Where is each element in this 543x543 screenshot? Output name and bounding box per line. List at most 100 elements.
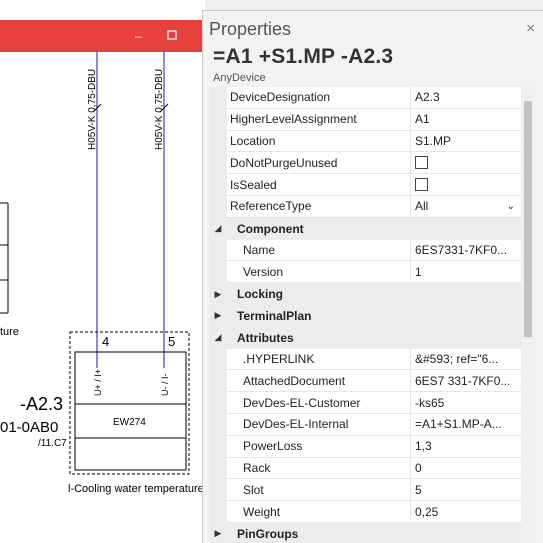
property-grid: DeviceDesignation A2.3 HigherLevelAssignme… [209,87,521,543]
category-label: PinGroups [237,526,299,541]
property-value[interactable]: 6ES7331-7KF0... [411,240,521,262]
row-gutter [209,195,227,218]
grid-scrollbar[interactable] [521,87,535,543]
property-row-referencetype[interactable]: ReferenceType All ⌄ [209,195,521,218]
category-label: Locking [237,287,284,302]
device-part: 01-0AB0 [0,419,58,436]
close-icon[interactable]: × [526,21,535,36]
row-gutter [209,152,227,175]
checkbox[interactable] [415,156,428,170]
property-row-name[interactable]: Name 6ES7331-7KF0... [209,239,521,262]
property-name: Weight [227,501,411,523]
property-value[interactable]: A1 [411,109,521,131]
property-name: DevDes-EL-Internal [227,413,411,436]
property-value[interactable]: =A1+S1.MP-A... [411,414,521,436]
object-name: =A1 +S1.MP -A2.3 [213,45,394,68]
property-checkbox[interactable] [411,174,521,196]
row-gutter [209,239,227,262]
property-value[interactable]: 5 [411,479,521,502]
property-row-version[interactable]: Version 1 [209,261,521,284]
property-value[interactable]: 6ES7 331-7KF0... [411,370,521,393]
row-gutter [209,174,227,196]
property-row-issealed[interactable]: IsSealed [209,174,521,196]
property-checkbox[interactable] [411,152,521,175]
row-gutter [209,348,227,371]
pin-number-5: 5 [168,334,175,349]
device-ref: /11.C7 [38,438,67,449]
pin-label-2: U- / I- [160,374,170,397]
property-row-hyperlink[interactable]: .HYPERLINK &#593; ref="6... [209,348,521,371]
property-row-weight[interactable]: Weight 0,25 [209,501,521,523]
property-name: DoNotPurgeUnused [227,152,411,175]
collapse-icon[interactable]: ◢ [209,217,227,240]
device-caption: l-Cooling water temperature [68,483,204,495]
category-label: Attributes [237,330,294,345]
checkbox[interactable] [415,178,428,192]
left-caption: ture [0,326,19,338]
wire-label-1: H05V-K 0,75-DBU [87,69,98,150]
pin-label-1: U+ / I+ [93,369,103,396]
panel-title: Properties [209,19,292,39]
property-row-devdes-el-customer[interactable]: DevDes-EL-Customer -ks65 [209,392,521,414]
minimize-icon[interactable]: – [135,29,142,43]
window-titlebar [0,20,205,52]
select-value: All [415,199,429,214]
property-value[interactable]: 1,3 [411,436,521,458]
select-wrapper[interactable]: All ⌄ [415,199,521,213]
property-name: Slot [227,479,411,502]
row-gutter [209,413,227,436]
expand-icon[interactable]: ▶ [209,283,227,305]
properties-panel: Properties × =A1 +S1.MP -A2.3 AnyDevice … [202,10,543,543]
property-name: PowerLoss [227,435,411,458]
property-row-attacheddocument[interactable]: AttachedDocument 6ES7 331-7KF0... [209,370,521,393]
property-row-devicedesignation[interactable]: DeviceDesignation A2.3 [209,87,521,109]
row-gutter [209,130,227,153]
property-value[interactable]: A2.3 [411,87,521,109]
property-name: Version [227,261,411,284]
property-row-powerloss[interactable]: PowerLoss 1,3 [209,435,521,458]
scrollbar-thumb[interactable] [524,101,532,337]
row-gutter [209,479,227,502]
property-row-donotpurgeunused[interactable]: DoNotPurgeUnused [209,152,521,175]
category-component[interactable]: ◢ Component [209,217,521,240]
property-row-slot[interactable]: Slot 5 [209,479,521,502]
screen: – ture H05V-K 0,75-DBU H05V-K 0,75-DBU 4… [0,0,543,543]
expand-icon[interactable]: ▶ [209,304,227,327]
property-name: IsSealed [227,174,411,196]
property-row-rack[interactable]: Rack 0 [209,457,521,480]
property-value[interactable]: 1 [411,261,521,284]
category-label: TerminalPlan [237,308,312,323]
row-gutter [209,261,227,284]
property-row-higherlevelassignment[interactable]: HigherLevelAssignment A1 [209,108,521,131]
device-body[interactable] [74,351,187,471]
wire-label-2: H05V-K 0,75-DBU [154,69,165,150]
property-value[interactable]: 0,25 [411,501,521,523]
property-select[interactable]: All ⌄ [411,196,521,218]
row-gutter [209,370,227,393]
object-type: AnyDevice [213,72,266,84]
property-value[interactable]: &#593; ref="6... [411,349,521,371]
property-name: Rack [227,457,411,480]
property-row-devdes-el-internal[interactable]: DevDes-EL-Internal =A1+S1.MP-A... [209,413,521,436]
property-row-location[interactable]: Location S1.MP [209,130,521,153]
category-terminalplan[interactable]: ▶ TerminalPlan [209,304,521,327]
category-locking[interactable]: ▶ Locking [209,283,521,305]
category-pingroups[interactable]: ▶ PinGroups [209,522,521,543]
schematic-canvas[interactable]: – ture H05V-K 0,75-DBU H05V-K 0,75-DBU 4… [0,0,205,543]
category-attributes[interactable]: ◢ Attributes [209,326,521,349]
row-gutter [209,392,227,414]
property-value[interactable]: -ks65 [411,392,521,414]
property-value[interactable]: S1.MP [411,131,521,153]
property-name: ReferenceType [227,195,411,218]
expand-icon[interactable]: ▶ [209,522,227,543]
property-name: DevDes-EL-Customer [227,392,411,414]
terminal-label: EW274 [113,417,146,428]
device-tag: -A2.3 [20,394,63,414]
chevron-down-icon[interactable]: ⌄ [507,201,515,212]
collapse-icon[interactable]: ◢ [209,326,227,349]
property-name: Name [227,239,411,262]
pin-number-4: 4 [102,334,109,349]
schematic-drawing: – ture H05V-K 0,75-DBU H05V-K 0,75-DBU 4… [0,20,205,495]
row-gutter [209,87,227,109]
property-value[interactable]: 0 [411,458,521,480]
